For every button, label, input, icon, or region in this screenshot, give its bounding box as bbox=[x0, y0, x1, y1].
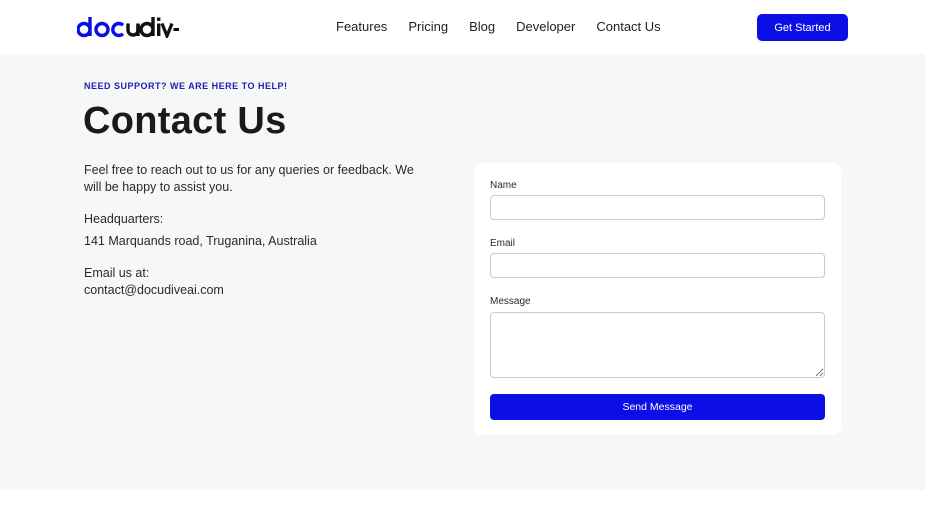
logo-wordmark-icon bbox=[77, 17, 179, 38]
top-navbar: Features Pricing Blog Developer Contact … bbox=[0, 0, 925, 54]
headquarters-address: 141 Marquands road, Truganina, Australia bbox=[84, 234, 317, 248]
contact-section: NEED SUPPORT? WE ARE HERE TO HELP! Conta… bbox=[0, 54, 925, 490]
support-eyebrow: NEED SUPPORT? WE ARE HERE TO HELP! bbox=[84, 81, 288, 91]
email-us-label: Email us at: bbox=[84, 266, 150, 280]
message-field[interactable] bbox=[490, 312, 825, 378]
headquarters-label: Headquarters: bbox=[84, 212, 164, 226]
nav-link-blog[interactable]: Blog bbox=[469, 19, 495, 35]
nav-link-developer[interactable]: Developer bbox=[516, 19, 575, 35]
docudive-logo[interactable] bbox=[77, 14, 179, 40]
nav-link-contact-us[interactable]: Contact Us bbox=[596, 19, 660, 35]
nav-link-pricing[interactable]: Pricing bbox=[408, 19, 448, 35]
nav-link-features[interactable]: Features bbox=[336, 19, 387, 35]
intro-text: Feel free to reach out to us for any que… bbox=[84, 163, 414, 194]
get-started-button[interactable]: Get Started bbox=[757, 14, 848, 41]
name-field[interactable] bbox=[490, 195, 825, 220]
contact-form: Name Email Message Send Message bbox=[474, 163, 841, 435]
email-label: Email bbox=[490, 238, 516, 249]
message-label: Message bbox=[490, 296, 531, 307]
send-message-button[interactable]: Send Message bbox=[490, 394, 825, 420]
footer-strip bbox=[0, 490, 925, 520]
email-field[interactable] bbox=[490, 253, 825, 278]
main-nav: Features Pricing Blog Developer Contact … bbox=[336, 19, 682, 35]
contact-email[interactable]: contact@docudiveai.com bbox=[84, 283, 224, 297]
page-title: Contact Us bbox=[83, 100, 287, 142]
name-label: Name bbox=[490, 180, 517, 191]
